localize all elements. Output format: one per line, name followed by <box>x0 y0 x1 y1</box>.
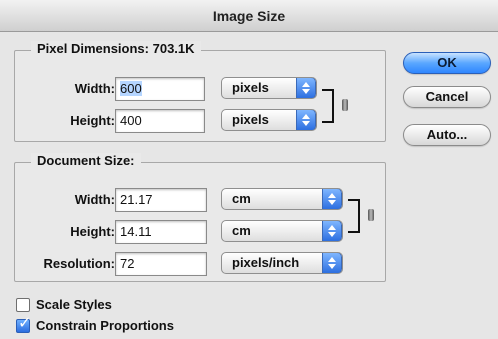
pixel-dimensions-size: 703.1K <box>152 41 195 56</box>
chain-icon <box>368 209 374 221</box>
doc-width-unit-value: cm <box>232 191 251 206</box>
image-size-dialog: Image Size Pixel Dimensions: 703.1K Widt… <box>0 0 498 339</box>
pixel-width-label: Width: <box>74 81 115 96</box>
pixel-height-unit-select[interactable]: pixels <box>221 109 317 131</box>
scale-styles-option[interactable]: Scale Styles <box>16 296 236 314</box>
pixel-dimensions-label: Pixel Dimensions: <box>37 41 149 56</box>
pixel-width-field[interactable]: 600 <box>115 77 205 101</box>
cancel-button[interactable]: Cancel <box>403 86 491 108</box>
doc-height-unit-select[interactable]: cm <box>221 220 343 242</box>
doc-height-value: 14.11 <box>120 224 152 239</box>
pixel-height-label: Height: <box>70 113 115 128</box>
doc-width-row: Width: 21.17 cm <box>75 188 375 212</box>
pixel-width-unit-select[interactable]: pixels <box>221 77 317 99</box>
document-size-group: Document Size: Width: 21.17 cm Height: 1… <box>14 153 386 282</box>
pixel-dimensions-title: Pixel Dimensions: 703.1K <box>31 41 201 56</box>
doc-height-field[interactable]: 14.11 <box>115 220 207 244</box>
doc-width-value: 21.17 <box>120 192 153 207</box>
up-down-arrows-icon <box>322 253 342 273</box>
resolution-row: Resolution: 72 pixels/inch <box>44 252 375 276</box>
pixel-height-unit-value: pixels <box>232 112 269 127</box>
link-bracket-icon <box>348 199 360 233</box>
doc-width-unit-select[interactable]: cm <box>221 188 343 210</box>
scale-styles-label: Scale Styles <box>36 297 112 312</box>
scale-styles-checkbox[interactable] <box>16 298 30 312</box>
pixel-height-row: Height: 400 pixels <box>70 109 375 133</box>
doc-height-row: Height: 14.11 cm <box>70 220 375 244</box>
constrain-proportions-checkbox[interactable]: ✓ <box>16 315 32 333</box>
constrain-proportions-label: Constrain Proportions <box>36 318 174 333</box>
up-down-arrows-icon <box>322 221 342 241</box>
pixel-width-unit-value: pixels <box>232 80 269 95</box>
pixel-height-value: 400 <box>120 113 142 128</box>
link-bracket-icon <box>322 89 334 123</box>
pixel-width-row: Width: 600 pixels <box>75 77 375 101</box>
window-title: Image Size <box>0 0 498 32</box>
resolution-unit-select[interactable]: pixels/inch <box>221 252 343 274</box>
pixel-height-field[interactable]: 400 <box>115 109 205 133</box>
checkmark-icon: ✓ <box>18 315 32 332</box>
up-down-arrows-icon <box>296 110 316 130</box>
resolution-value: 72 <box>120 256 135 271</box>
ok-button[interactable]: OK <box>403 52 491 74</box>
pixel-width-value: 600 <box>120 81 142 96</box>
doc-height-unit-value: cm <box>232 223 251 238</box>
up-down-arrows-icon <box>296 78 316 98</box>
up-down-arrows-icon <box>322 189 342 209</box>
auto-button[interactable]: Auto... <box>403 124 491 146</box>
doc-width-field[interactable]: 21.17 <box>115 188 207 212</box>
resolution-unit-value: pixels/inch <box>232 255 300 270</box>
resolution-field[interactable]: 72 <box>115 252 207 276</box>
doc-height-label: Height: <box>70 224 115 239</box>
chain-icon <box>342 99 348 111</box>
pixel-dimensions-group: Pixel Dimensions: 703.1K Width: 600 pixe… <box>14 41 386 142</box>
resolution-label: Resolution: <box>43 256 116 271</box>
doc-width-label: Width: <box>74 192 115 207</box>
constrain-proportions-option[interactable]: ✓ Constrain Proportions <box>16 315 256 335</box>
document-size-title: Document Size: <box>31 153 141 168</box>
